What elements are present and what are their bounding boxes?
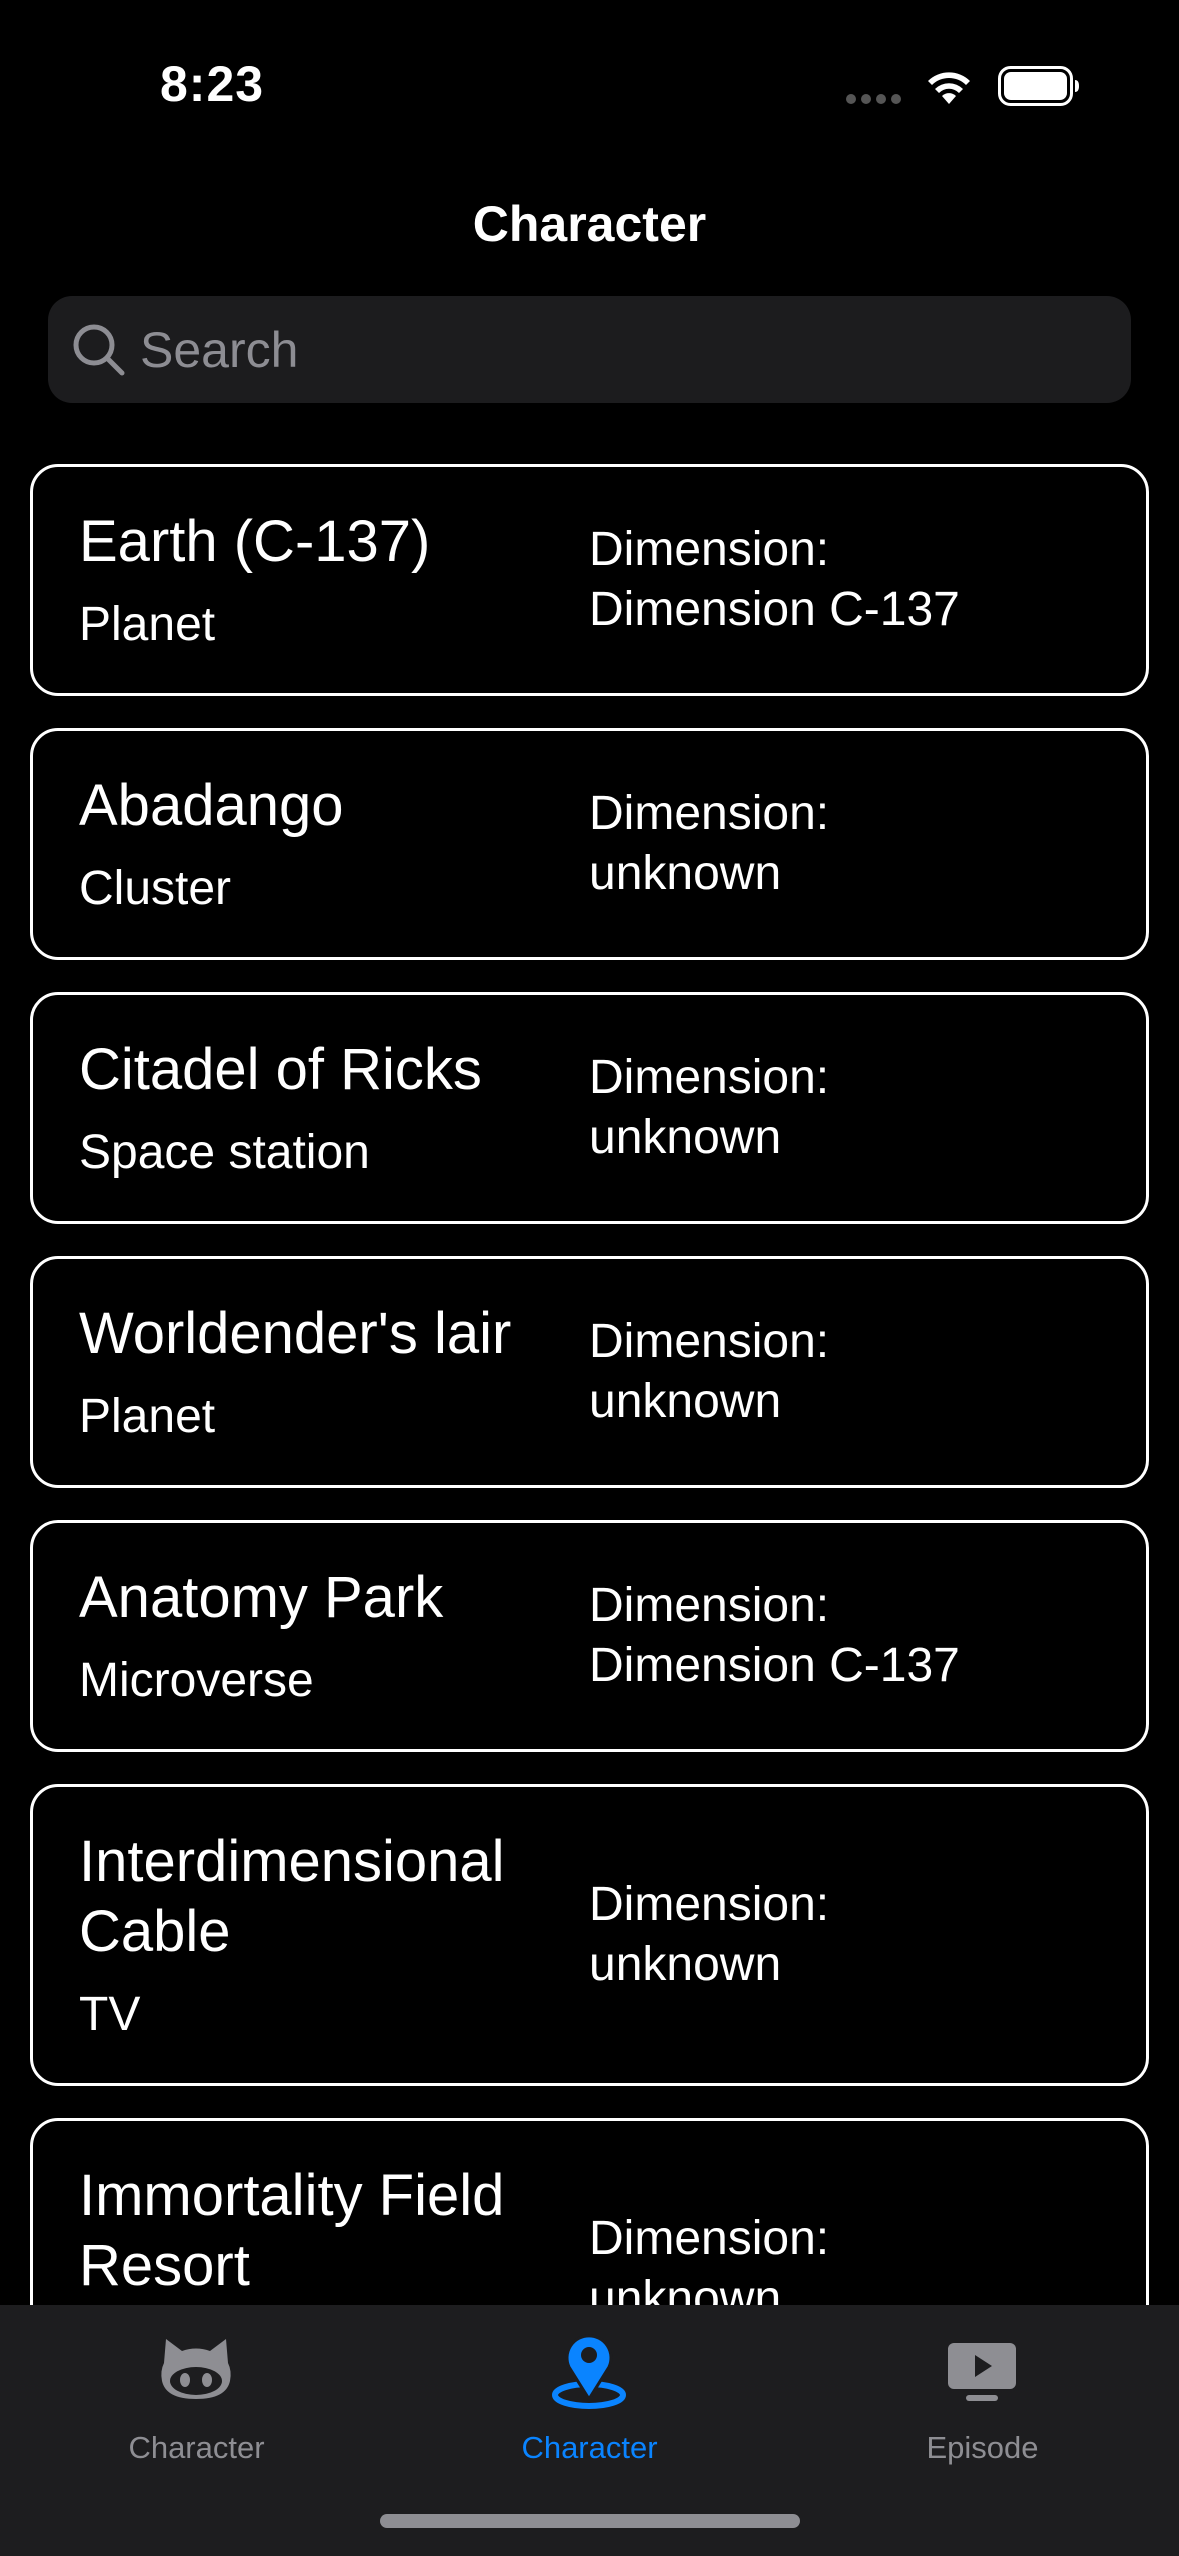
dimension-label: Dimension: bbox=[589, 2212, 830, 2265]
location-pin-icon bbox=[552, 2334, 626, 2409]
location-type: TV bbox=[79, 1988, 141, 2041]
location-card[interactable]: Citadel of Ricks Space station Dimension… bbox=[30, 992, 1149, 1224]
status-bar: 8:23 bbox=[0, 0, 1179, 150]
location-name: Anatomy Park bbox=[79, 1565, 444, 1630]
location-card[interactable]: Abadango Cluster Dimension: unknown bbox=[30, 728, 1149, 960]
dimension-label: Dimension: bbox=[589, 523, 830, 576]
dimension-label: Dimension: bbox=[589, 1315, 830, 1368]
status-time: 8:23 bbox=[160, 56, 265, 112]
dimension-value: unknown bbox=[589, 2272, 782, 2305]
home-indicator[interactable] bbox=[380, 2514, 800, 2528]
dimension-value: unknown bbox=[589, 1375, 782, 1428]
location-list[interactable]: Earth (C-137) Planet Dimension: Dimensio… bbox=[0, 450, 1179, 2305]
tab-episode[interactable]: Episode bbox=[786, 2305, 1179, 2485]
location-card[interactable]: Earth (C-137) Planet Dimension: Dimensio… bbox=[30, 464, 1149, 696]
location-card[interactable]: Worldender's lair Planet Dimension: unkn… bbox=[30, 1256, 1149, 1488]
location-type: Cluster bbox=[79, 862, 232, 915]
location-card[interactable]: Immortality Field Resort Resort Dimensio… bbox=[30, 2118, 1149, 2305]
location-name: Earth (C-137) bbox=[79, 509, 431, 574]
dimension-value: unknown bbox=[589, 847, 782, 900]
tab-label: Episode bbox=[926, 2430, 1039, 2465]
dimension-label: Dimension: bbox=[589, 787, 830, 840]
dimension-label: Dimension: bbox=[589, 1579, 830, 1632]
tab-label: Character bbox=[521, 2430, 658, 2465]
location-name: Citadel of Ricks bbox=[79, 1037, 482, 1102]
cellular-signal-icon bbox=[846, 94, 901, 104]
location-type: Microverse bbox=[79, 1654, 314, 1707]
location-type: Planet bbox=[79, 1390, 216, 1443]
battery-icon bbox=[998, 66, 1079, 106]
dimension-value: Dimension C-137 bbox=[589, 583, 960, 636]
dimension-value: Dimension C-137 bbox=[589, 1639, 960, 1692]
location-name: Worldender's lair bbox=[79, 1301, 512, 1366]
github-cat-icon bbox=[161, 2339, 231, 2399]
search-bar[interactable] bbox=[48, 296, 1131, 403]
tab-character[interactable]: Character bbox=[0, 2305, 393, 2485]
location-type: Space station bbox=[79, 1126, 370, 1179]
page-title: Character bbox=[472, 196, 707, 252]
search-input[interactable] bbox=[140, 296, 1100, 403]
location-name: Immortality Field Resort bbox=[79, 2163, 505, 2298]
tab-label: Character bbox=[128, 2430, 265, 2465]
location-card[interactable]: Interdimensional Cable TV Dimension: unk… bbox=[30, 1784, 1149, 2086]
dimension-value: unknown bbox=[589, 1111, 782, 1164]
wifi-icon bbox=[928, 72, 970, 104]
tab-location[interactable]: Character bbox=[393, 2305, 786, 2485]
location-name: Interdimensional Cable bbox=[79, 1829, 505, 1964]
dimension-value: unknown bbox=[589, 1938, 782, 1991]
dimension-label: Dimension: bbox=[589, 1878, 830, 1931]
location-type: Planet bbox=[79, 598, 216, 651]
search-icon bbox=[73, 324, 125, 376]
location-name: Abadango bbox=[79, 773, 344, 838]
play-tv-icon bbox=[948, 2343, 1016, 2401]
location-card[interactable]: Anatomy Park Microverse Dimension: Dimen… bbox=[30, 1520, 1149, 1752]
dimension-label: Dimension: bbox=[589, 1051, 830, 1104]
